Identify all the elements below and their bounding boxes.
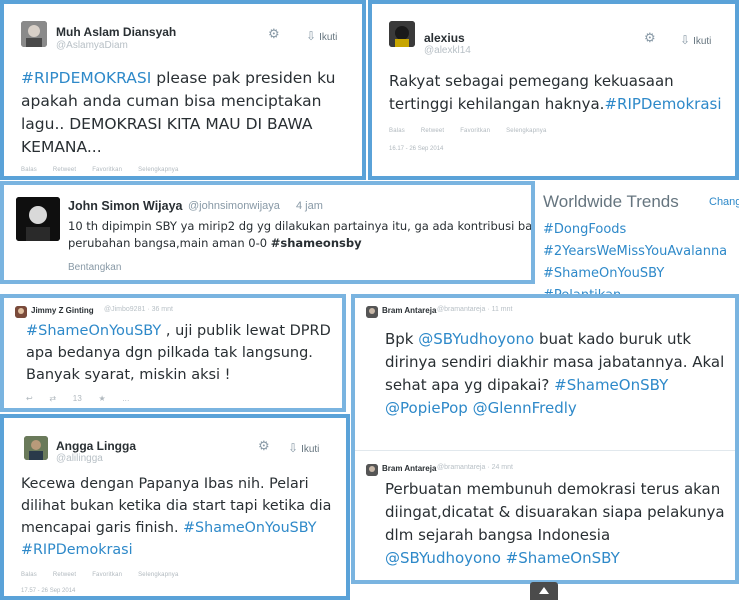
follow-button[interactable]: ⇩ Ikuti xyxy=(306,29,337,43)
hashtag-link[interactable]: #shameonsby xyxy=(271,236,362,250)
trends-change-link[interactable]: Change xyxy=(709,196,739,208)
author-name[interactable]: Muh Aslam Diansyah xyxy=(56,25,176,39)
reply-action[interactable]: Balas xyxy=(389,128,405,134)
favorite-action[interactable]: Favoritkan xyxy=(460,128,490,134)
tweet-text: Kecewa dengan Papanya Ibas nih. Pelari d… xyxy=(21,476,332,558)
hashtag-link[interactable]: #ShameOnYouSBY xyxy=(183,520,316,536)
author-name[interactable]: Bram Antareja xyxy=(382,464,436,473)
reply-action[interactable]: Balas xyxy=(21,167,37,173)
expand-link[interactable]: Bentangkan xyxy=(68,262,121,273)
avatar[interactable] xyxy=(366,464,378,476)
follow-button[interactable]: ⇩ Ikuti xyxy=(288,441,319,455)
play-up-icon[interactable] xyxy=(530,582,558,600)
tweet-time[interactable]: 4 jam xyxy=(296,200,323,212)
retweet-action[interactable]: Retweet xyxy=(53,572,76,578)
avatar[interactable] xyxy=(16,197,60,241)
mention-link[interactable]: @GlennFredly xyxy=(473,399,577,417)
author-name[interactable]: alexius xyxy=(424,31,465,45)
more-action[interactable]: Selengkapnya xyxy=(138,572,178,578)
avatar[interactable] xyxy=(366,306,378,318)
author-handle[interactable]: @AslamyaDiam xyxy=(56,40,128,51)
tweet-text: Perbuatan membunuh demokrasi terus akan … xyxy=(385,480,725,567)
tweet-card-jimmy[interactable]: Jimmy Z Ginting @Jimbo9281 · 36 mnt #Sha… xyxy=(0,294,346,412)
gear-icon[interactable]: ⚙ xyxy=(268,26,280,42)
retweet-action[interactable]: Retweet xyxy=(53,167,76,173)
tweet-actions: Balas Retweet Favoritkan Selengkapnya xyxy=(21,572,193,578)
author-name[interactable]: Jimmy Z Ginting xyxy=(31,306,94,315)
gear-icon[interactable]: ⚙ xyxy=(258,438,270,454)
avatar[interactable] xyxy=(15,306,27,318)
tweet-text: 10 th dipimpin SBY ya mirip2 dg yg dilak… xyxy=(68,219,535,250)
author-handle[interactable]: @bramantareja · 11 mnt xyxy=(437,306,512,313)
tweet-card-alexius[interactable]: alexius @alexkl14 ⚙ ⇩ Ikuti Rakyat sebaga… xyxy=(368,0,739,180)
mention-link[interactable]: @SBYudhoyono xyxy=(418,330,534,348)
author-handle[interactable]: @bramantareja · 24 mnt xyxy=(437,464,513,471)
trends-title: Worldwide Trends xyxy=(543,192,679,211)
hashtag-link[interactable]: #RIPDemokrasi xyxy=(604,95,721,113)
hashtag-link[interactable]: #RIPDEMOKRASI xyxy=(21,69,151,87)
trend-item[interactable]: #2YearsWeMissYouAvalanna xyxy=(543,244,727,259)
avatar[interactable] xyxy=(24,436,48,460)
tweet-card-john[interactable]: John Simon Wijaya @johnsimonwijaya 4 jam… xyxy=(0,181,535,284)
tweet-text: #ShameOnYouSBY , uji publik lewat DPRD a… xyxy=(26,323,331,383)
favorite-action[interactable]: Favoritkan xyxy=(92,572,122,578)
tweet-timestamp[interactable]: 17.57 - 26 Sep 2014 xyxy=(21,588,75,594)
more-action[interactable]: Selengkapnya xyxy=(138,167,178,173)
tweet-actions: Balas Retweet Favoritkan Selengkapnya xyxy=(21,167,193,173)
divider xyxy=(355,450,735,451)
favorite-action[interactable]: Favoritkan xyxy=(92,167,122,173)
follow-button[interactable]: ⇩ Ikuti xyxy=(680,33,711,47)
trend-item[interactable]: #DongFoods xyxy=(543,222,626,237)
more-action[interactable]: ... xyxy=(122,394,129,403)
tweet-card-angga[interactable]: Angga Lingga @alilingga ⚙ ⇩ Ikuti Kecewa … xyxy=(0,414,350,600)
mention-link[interactable]: @PopiePop xyxy=(385,399,468,417)
tweet-text: Rakyat sebagai pemegang kekuasaan tertin… xyxy=(389,72,722,113)
avatar[interactable] xyxy=(21,21,47,47)
retweet-count: 13 xyxy=(72,394,82,403)
reply-action[interactable]: ↩ xyxy=(26,394,33,403)
author-name[interactable]: Bram Antareja xyxy=(382,306,436,315)
trend-item[interactable]: #ShameOnYouSBY xyxy=(543,266,664,281)
mention-link[interactable]: @SBYudhoyono xyxy=(385,549,501,567)
tweet-actions: Balas Retweet Favoritkan Selengkapnya xyxy=(389,128,561,134)
gear-icon[interactable]: ⚙ xyxy=(644,30,656,46)
hashtag-link[interactable]: #RIPDemokrasi xyxy=(21,542,133,558)
tweet-text: #RIPDEMOKRASI please pak presiden ku apa… xyxy=(21,69,336,156)
tweet-timestamp[interactable]: 16.17 - 26 Sep 2014 xyxy=(389,146,443,152)
tweet-card-bram[interactable]: Bram Antareja @bramantareja · 11 mnt Bpk… xyxy=(351,294,739,584)
tweet-text: Bpk @SBYudhoyono buat kado buruk utk dir… xyxy=(385,330,725,417)
author-name[interactable]: John Simon Wijaya xyxy=(68,199,183,213)
retweet-action[interactable]: ⇄ xyxy=(49,394,56,403)
author-handle[interactable]: @alexkl14 xyxy=(424,45,471,56)
author-handle[interactable]: @alilingga xyxy=(56,453,103,464)
author-handle[interactable]: @Jimbo9281 · 36 mnt xyxy=(104,306,173,313)
hashtag-link[interactable]: #ShameOnSBY xyxy=(554,376,668,394)
hashtag-link[interactable]: #ShameOnSBY xyxy=(506,549,620,567)
retweet-action[interactable]: Retweet xyxy=(421,128,444,134)
tweet-card-aslam[interactable]: Muh Aslam Diansyah @AslamyaDiam ⚙ ⇩ Ikuti… xyxy=(0,0,366,180)
hashtag-link[interactable]: #ShameOnYouSBY xyxy=(26,323,161,339)
more-action[interactable]: Selengkapnya xyxy=(506,128,546,134)
reply-action[interactable]: Balas xyxy=(21,572,37,578)
avatar[interactable] xyxy=(389,21,415,47)
tweet-actions: ↩ ⇄ 13 ★ ... xyxy=(26,394,144,403)
follow-person-icon: ⇩ xyxy=(680,33,691,47)
author-handle[interactable]: @johnsimonwijaya xyxy=(188,200,280,212)
favorite-action[interactable]: ★ xyxy=(98,394,105,403)
worldwide-trends: Worldwide Trends Change #DongFoods #2Yea… xyxy=(535,180,739,298)
follow-person-icon: ⇩ xyxy=(306,29,317,43)
follow-person-icon: ⇩ xyxy=(288,441,299,455)
author-name[interactable]: Angga Lingga xyxy=(56,439,136,453)
